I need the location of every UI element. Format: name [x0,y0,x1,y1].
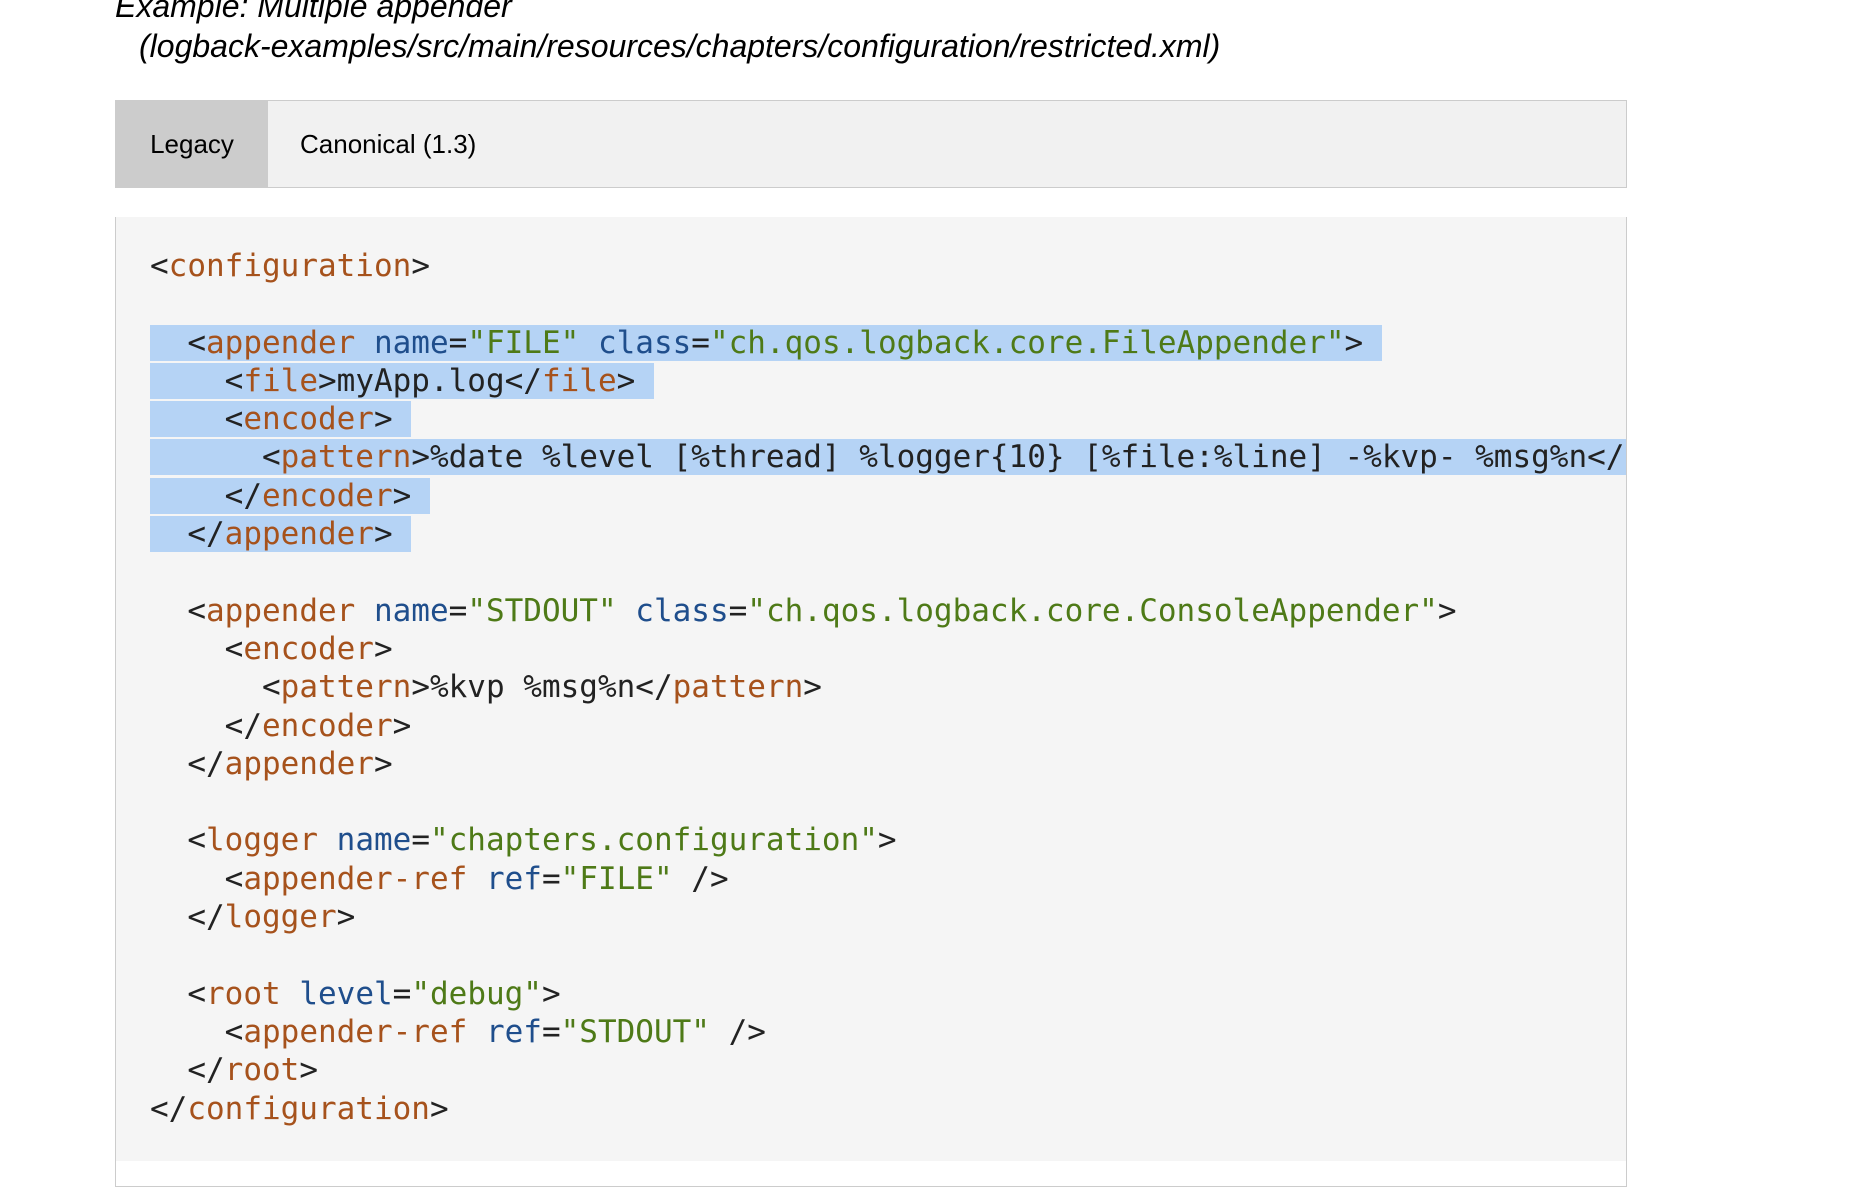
example-source-path: (logback-examples/src/main/resources/cha… [139,28,1221,64]
code-line-text: <pattern>%date %level [%thread] %logger{… [150,439,1626,476]
code-line: <pattern>%date %level [%thread] %logger{… [150,438,1626,476]
tab-legacy[interactable]: Legacy [116,101,268,187]
code-line-text: <encoder> [224,630,393,667]
tab-canonical[interactable]: Canonical (1.3) [268,101,508,187]
example-title: Example: Multiple appender [115,0,512,24]
code-line-text: </appender> [150,516,412,553]
code-line: <appender-ref ref="STDOUT" /> [150,1013,1626,1051]
code-line-text: <appender name="FILE" class="ch.qos.logb… [150,324,1382,361]
code-line-text: <appender-ref ref="STDOUT" /> [224,1013,766,1050]
code-line: </encoder> [150,707,1626,745]
code-line-text: </root> [187,1052,318,1089]
code-panel: <configuration> <appender name="FILE" cl… [115,217,1627,1187]
code-line-text: <file>myApp.log</file> [150,362,654,399]
code-line: </root> [150,1051,1626,1089]
code-line-text: <configuration> [150,248,430,284]
code-line-text: </logger> [187,899,356,936]
code-line-text: </configuration> [150,1090,449,1127]
code-line-text: <encoder> [150,401,412,438]
code-line: <pattern>%kvp %msg%n</pattern> [150,668,1626,706]
code-tab-bar: Legacy Canonical (1.3) [115,100,1627,188]
code-line: </encoder> [150,477,1626,515]
code-line-text: <appender-ref ref="FILE" /> [224,860,729,897]
code-line-text: <pattern>%kvp %msg%n</pattern> [261,669,822,706]
code-line: <logger name="chapters.configuration"> [150,821,1626,859]
code-line: <file>myApp.log</file> [150,362,1626,400]
code-line: </appender> [150,745,1626,783]
code-block[interactable]: <configuration> <appender name="FILE" cl… [150,247,1626,1128]
code-line: </logger> [150,898,1626,936]
code-line-text: <appender name="STDOUT" class="ch.qos.lo… [187,592,1457,629]
example-caption: Example: Multiple appender (logback-exam… [115,0,1220,66]
code-panel-footer-strip [116,1161,1626,1186]
code-line-text: </encoder> [150,477,430,514]
code-line: <appender name="STDOUT" class="ch.qos.lo… [150,592,1626,630]
code-line-text: </encoder> [224,707,412,744]
code-line: <appender name="FILE" class="ch.qos.logb… [150,324,1626,362]
code-line: <encoder> [150,400,1626,438]
code-line: <appender-ref ref="FILE" /> [150,860,1626,898]
code-line: </appender> [150,515,1626,553]
code-line: <encoder> [150,630,1626,668]
code-line: <configuration> [150,247,1626,285]
code-line: </configuration> [150,1090,1626,1128]
code-line-text: </appender> [187,745,393,782]
code-line: <root level="debug"> [150,975,1626,1013]
code-line-text: <root level="debug"> [187,975,561,1012]
code-line-text: <logger name="chapters.configuration"> [187,822,897,859]
